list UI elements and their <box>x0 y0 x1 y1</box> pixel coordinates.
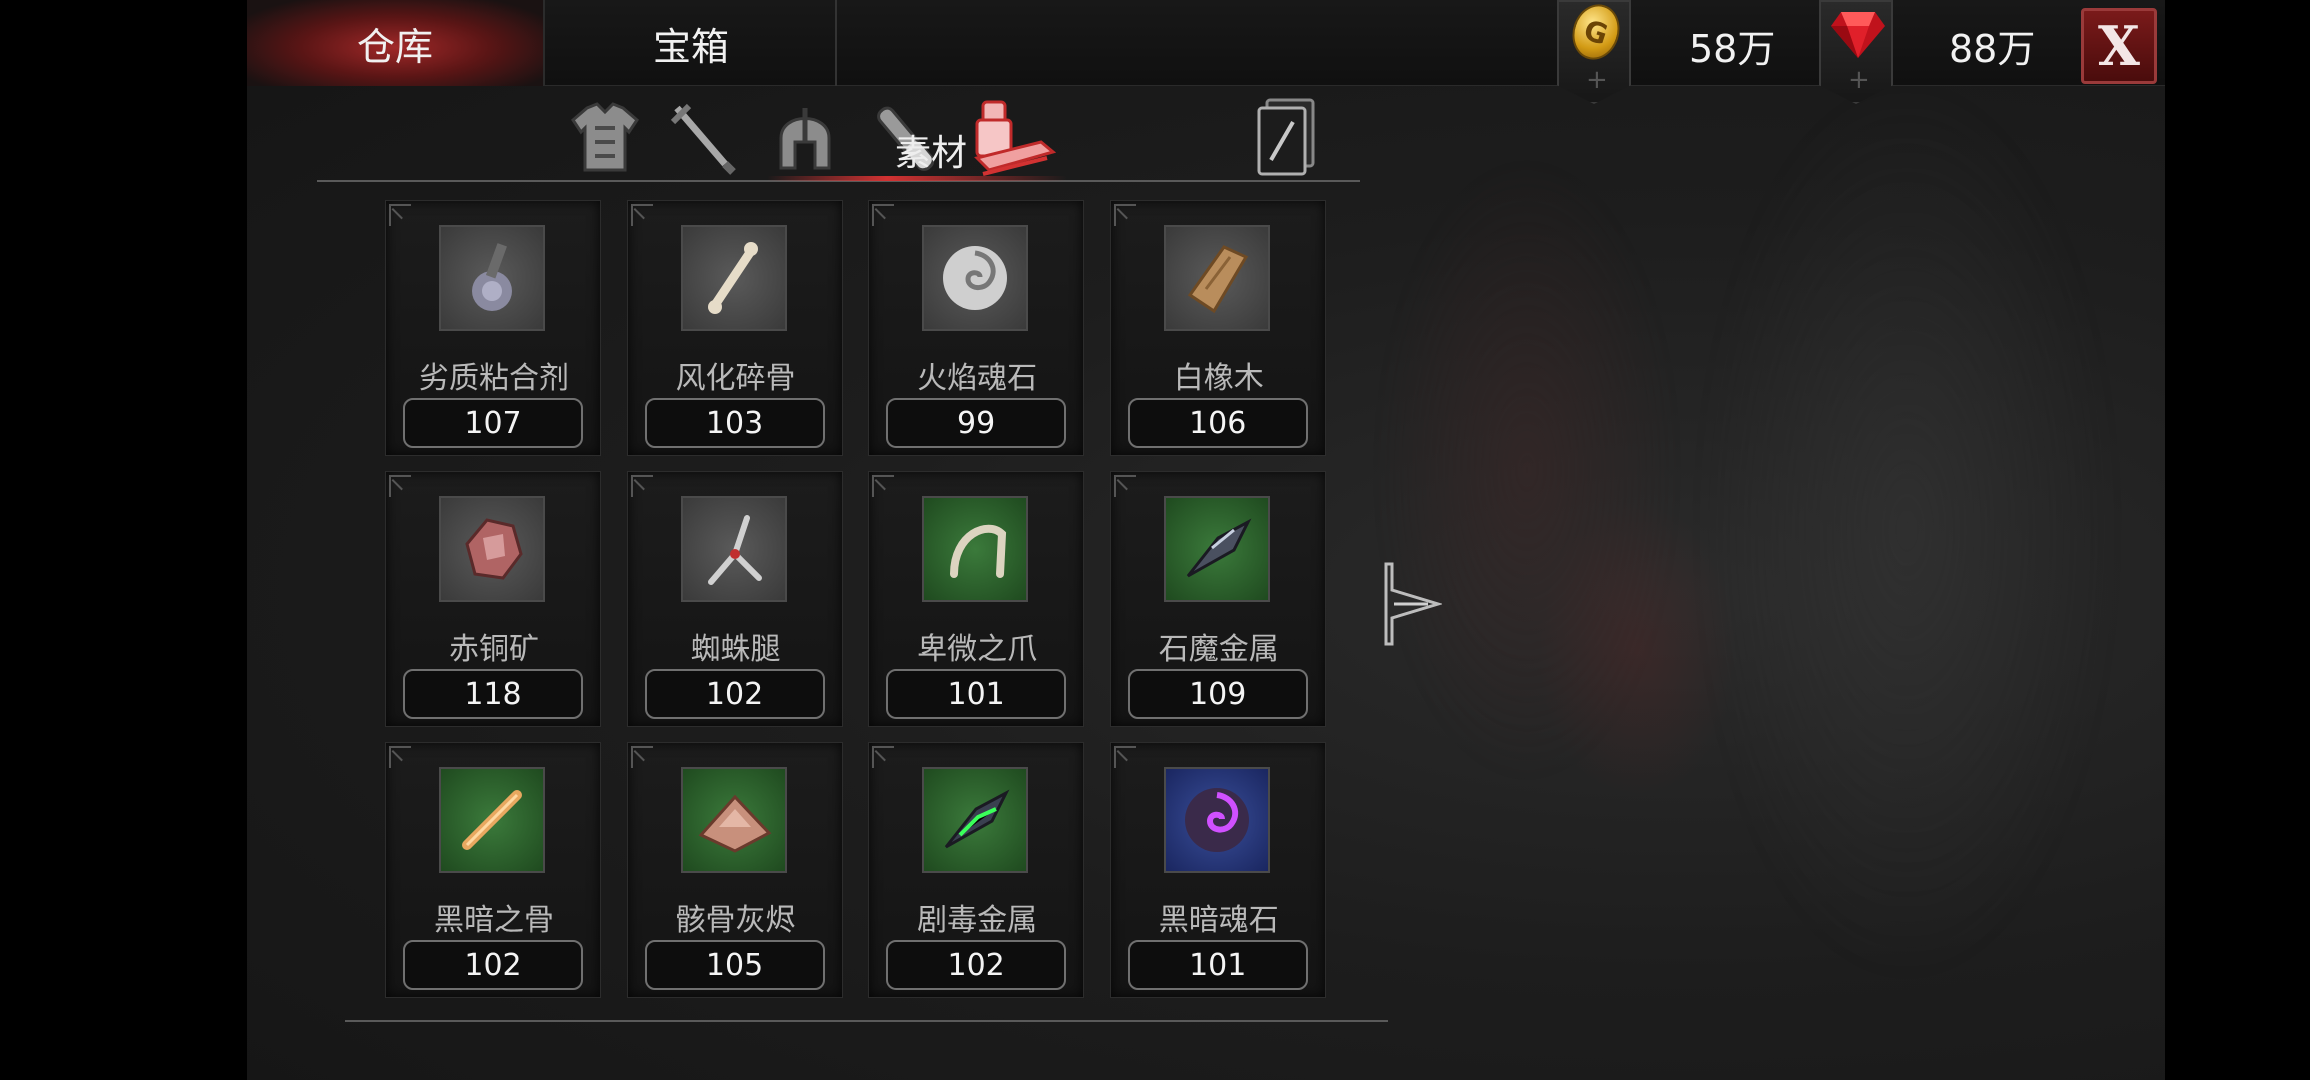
dark-soulstone-icon <box>1184 788 1249 853</box>
item-thumbnail <box>1163 496 1270 603</box>
inventory-slot[interactable]: 蜘蛛腿 102 <box>626 471 843 728</box>
gold-amount: 58万 <box>1689 27 1776 71</box>
inventory-slot[interactable]: 石魔金属 109 <box>1109 471 1326 728</box>
item-count: 109 <box>1127 669 1308 720</box>
material-icon[interactable] <box>969 98 1059 178</box>
slot-corner-decoration <box>872 475 895 498</box>
claw-icon <box>950 524 1007 579</box>
spider-leg-icon <box>707 515 762 586</box>
slot-corner-decoration <box>630 204 653 226</box>
slot-corner-decoration <box>1113 475 1136 498</box>
item-count: 105 <box>644 940 825 991</box>
card-icon[interactable] <box>1253 98 1319 178</box>
item-name: 火焰魂石 <box>917 361 1038 396</box>
golem-metal-icon <box>1186 518 1252 578</box>
item-count: 102 <box>886 940 1067 991</box>
item-count: 99 <box>886 398 1067 448</box>
item-name: 黑暗魂石 <box>1158 903 1279 939</box>
item-thumbnail <box>439 496 545 603</box>
inventory-slot[interactable]: 黑暗魂石 101 <box>1109 742 1326 999</box>
item-name: 石魔金属 <box>1158 632 1279 668</box>
background-figure <box>1697 80 2117 980</box>
item-count: 101 <box>1127 940 1308 991</box>
gold-add-button[interactable]: G + <box>1557 0 1631 104</box>
slot-corner-decoration <box>630 746 653 769</box>
bone-icon <box>707 242 758 314</box>
item-thumbnail <box>922 767 1029 874</box>
inventory-slot[interactable]: 劣质粘合剂 107 <box>385 200 601 456</box>
tab-chest[interactable]: 宝箱 <box>547 0 837 86</box>
item-name: 黑暗之骨 <box>434 903 554 939</box>
slot-corner-decoration <box>872 746 895 769</box>
top-bar: 仓库 宝箱 G + 58万 + 88万 X <box>247 0 2165 104</box>
bone-ash-icon <box>698 794 772 853</box>
item-thumbnail <box>439 225 545 331</box>
item-thumbnail <box>680 496 787 603</box>
inventory-slot[interactable]: 卑微之爪 101 <box>868 471 1085 728</box>
inventory-slot[interactable]: 骸骨灰烬 105 <box>626 742 843 999</box>
item-count: 106 <box>1127 398 1308 448</box>
game-screen: 仓库 宝箱 G + 58万 + 88万 X 素材 劣质粘合剂 107 风化碎骨 … <box>247 0 2165 1080</box>
sword-icon[interactable] <box>665 98 741 178</box>
close-button[interactable]: X <box>2081 8 2157 84</box>
item-count: 103 <box>644 398 825 448</box>
collapse-arrow-icon[interactable] <box>1382 560 1442 648</box>
toxic-metal-icon <box>944 789 1010 849</box>
wood-icon <box>1187 245 1248 314</box>
item-name: 卑微之爪 <box>917 632 1038 668</box>
category-label: 素材 <box>895 133 968 174</box>
background-glow <box>1537 500 1737 800</box>
item-count: 107 <box>403 398 583 448</box>
item-thumbnail <box>680 767 787 874</box>
item-count: 102 <box>403 940 583 991</box>
glue-icon <box>472 243 512 311</box>
slot-corner-decoration <box>389 746 411 769</box>
active-tab-indicator <box>767 176 1067 181</box>
slot-corner-decoration <box>630 475 653 498</box>
item-name: 骸骨灰烬 <box>675 903 796 939</box>
item-thumbnail <box>922 225 1029 331</box>
helmet-icon[interactable] <box>767 98 843 178</box>
item-thumbnail <box>922 496 1029 603</box>
grid-bottom-divider <box>345 1020 1388 1022</box>
inventory-slot[interactable]: 白橡木 106 <box>1109 200 1326 456</box>
slot-corner-decoration <box>389 204 411 226</box>
dark-bone-icon <box>462 790 522 851</box>
item-name: 白橡木 <box>1173 361 1264 396</box>
slot-corner-decoration <box>872 204 895 226</box>
plus-icon: + <box>1586 65 1608 95</box>
armor-icon[interactable] <box>567 98 643 178</box>
ruby-icon <box>1831 12 1885 58</box>
item-count: 101 <box>886 669 1067 720</box>
item-thumbnail <box>439 767 545 874</box>
inventory-slot[interactable]: 风化碎骨 103 <box>626 200 843 456</box>
slot-corner-decoration <box>1113 746 1136 769</box>
item-count: 118 <box>403 669 583 720</box>
inventory-slot[interactable]: 黑暗之骨 102 <box>385 742 601 999</box>
slot-corner-decoration <box>1113 204 1136 226</box>
item-thumbnail <box>680 225 787 331</box>
item-thumbnail <box>1163 767 1270 874</box>
gold-coin-icon: G <box>1565 0 1627 66</box>
item-name: 剧毒金属 <box>917 903 1038 939</box>
gem-add-button[interactable]: + <box>1819 0 1893 104</box>
gem-amount: 88万 <box>1949 27 2036 71</box>
item-name: 风化碎骨 <box>675 361 796 396</box>
item-name: 蜘蛛腿 <box>690 632 781 668</box>
copper-ore-icon <box>465 518 523 580</box>
item-name: 赤铜矿 <box>449 632 539 668</box>
item-name: 劣质粘合剂 <box>419 361 569 396</box>
inventory-slot[interactable]: 火焰魂石 99 <box>868 200 1085 456</box>
inventory-slot[interactable]: 赤铜矿 118 <box>385 471 601 728</box>
item-count: 102 <box>644 669 825 720</box>
item-thumbnail <box>1163 225 1270 331</box>
slot-corner-decoration <box>389 475 411 498</box>
inventory-slot[interactable]: 剧毒金属 102 <box>868 742 1085 999</box>
soulstone-icon <box>943 246 1008 310</box>
item-grid: 劣质粘合剂 107 风化碎骨 103 火焰魂石 99 白橡木 106 赤铜矿 118 蜘蛛腿 102 卑… <box>385 200 1385 1000</box>
category-tabs: 素材 <box>317 96 1367 182</box>
tab-warehouse[interactable]: 仓库 <box>247 0 545 86</box>
plus-icon: + <box>1848 65 1870 95</box>
